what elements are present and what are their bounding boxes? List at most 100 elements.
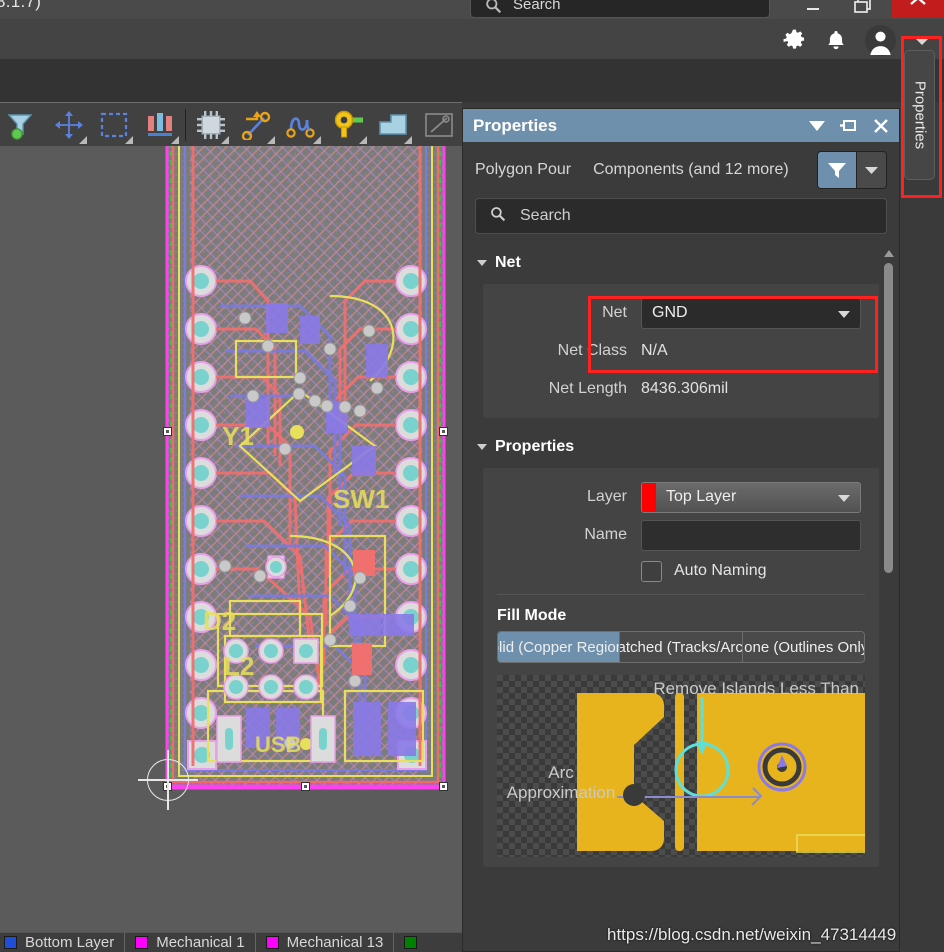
layer-color-chip (642, 482, 656, 512)
window-titlebar: 8.1.7) Search (0, 0, 944, 19)
section-header-properties[interactable]: Properties (463, 434, 899, 460)
name-label: Name (584, 526, 627, 543)
net-length-row: Net Length 8436.306mil (483, 370, 879, 408)
align-tool[interactable] (137, 103, 183, 147)
layer-tab-label: Mechanical 1 (156, 934, 245, 951)
move-tool[interactable] (46, 103, 92, 147)
net-class-label: Net Class (557, 342, 627, 359)
layer-row: Layer Top Layer (483, 478, 879, 516)
interactive-length-tuning-tool[interactable] (279, 103, 325, 147)
chevron-down-icon[interactable] (914, 36, 930, 46)
layer-dropdown[interactable]: Top Layer (641, 481, 861, 513)
object-scope-label[interactable]: Components (and 12 more) (593, 161, 789, 179)
place-pad-tool[interactable] (325, 103, 371, 147)
fill-mode-option-none[interactable]: None (Outlines Only) (742, 632, 864, 662)
place-component-tool[interactable] (188, 103, 234, 147)
panel-search-placeholder: Search (520, 207, 571, 224)
close-button[interactable] (892, 0, 944, 18)
layer-tab-mechanical-1[interactable]: Mechanical 1 (125, 932, 256, 952)
place-dimension-tool[interactable] (416, 103, 462, 147)
layer-tab-bottom-layer[interactable]: Bottom Layer (0, 932, 126, 952)
pcb-toolbar (0, 102, 462, 146)
properties-panel-titlebar: Properties (463, 109, 899, 142)
toolbar-dropdown-caret[interactable] (221, 135, 230, 144)
auto-naming-row[interactable]: Auto Naming (483, 554, 879, 588)
illustration-label-remove-islands: Remove Islands Less Than (653, 679, 859, 698)
fill-mode-option-solid[interactable]: Solid (Copper Regions) (498, 632, 621, 662)
search-icon (485, 0, 502, 17)
toolbar-dropdown-caret[interactable] (358, 135, 367, 144)
filter-icon[interactable] (818, 152, 856, 188)
layer-tab-mechanical-13[interactable]: Mechanical 13 (256, 932, 395, 952)
toolbar-dropdown-caret[interactable] (170, 135, 179, 144)
object-scope-row: Polygon Pour Components (and 12 more) (463, 142, 899, 198)
layer-tab-label: Mechanical 13 (286, 934, 384, 951)
toolbar-dropdown-caret[interactable] (267, 135, 276, 144)
collapse-triangle-icon (477, 444, 487, 450)
net-class-value: N/A (641, 342, 668, 359)
net-group: Net GND Net Class N/A Net Length 8436.30… (483, 284, 879, 418)
document-tab-strip (0, 59, 944, 102)
maximize-button[interactable] (840, 0, 884, 18)
chevron-down-icon (838, 310, 850, 318)
place-polygon-pour-tool[interactable] (371, 103, 417, 147)
filter-button-group[interactable] (817, 151, 887, 189)
layer-label: Layer (586, 488, 627, 505)
section-header-net[interactable]: Net (463, 250, 899, 276)
fill-mode-option-hatched[interactable]: Hatched (Tracks/Arcs) (620, 632, 743, 662)
origin-marker (138, 750, 198, 810)
panel-close-icon[interactable] (873, 118, 889, 134)
account-toolbar (0, 19, 944, 59)
net-length-label: Net Length (548, 380, 627, 397)
selection-handle-bottom[interactable] (301, 782, 310, 791)
selection-handle-right[interactable] (439, 427, 448, 436)
scroll-up-arrow-icon[interactable] (884, 250, 894, 257)
panel-pin-icon[interactable] (840, 118, 859, 133)
bell-icon[interactable] (825, 29, 847, 53)
dock-tab-properties[interactable]: Properties (904, 50, 935, 180)
scrollbar-thumb[interactable] (884, 263, 893, 573)
selection-handle-bottom-right[interactable] (439, 782, 448, 791)
global-search-input[interactable]: Search (470, 0, 770, 18)
panel-search-row: Search (463, 198, 899, 234)
collapse-triangle-icon (477, 260, 487, 266)
layer-color-swatch (4, 936, 17, 949)
designator-sw1: SW1 (333, 484, 390, 514)
toolbar-dropdown-caret[interactable] (312, 135, 321, 144)
layer-color-swatch (135, 936, 149, 949)
dock-tab-label: Properties (911, 80, 928, 150)
fill-mode-illustration: Remove Islands Less Than Arc Approximati… (497, 675, 865, 857)
minimize-button[interactable] (790, 0, 834, 18)
filter-dropdown-caret[interactable] (856, 152, 886, 188)
toolbar-dropdown-caret[interactable] (125, 135, 134, 144)
object-type-label[interactable]: Polygon Pour (475, 161, 571, 179)
pcb-design-canvas[interactable]: Y1 SW1 D2 L2 USB (0, 146, 462, 932)
select-filter-tool[interactable] (0, 103, 46, 147)
auto-naming-checkbox[interactable] (641, 560, 662, 582)
panel-search-input[interactable]: Search (475, 198, 887, 234)
area-select-tool[interactable] (91, 103, 137, 147)
net-dropdown[interactable]: GND (641, 297, 861, 329)
avatar-icon[interactable] (865, 25, 896, 56)
designator-d2: D2 (203, 606, 237, 636)
gear-icon[interactable] (782, 28, 807, 53)
layer-tab-next[interactable] (394, 933, 435, 952)
name-input[interactable] (641, 519, 861, 551)
properties-scrollbar[interactable] (884, 250, 894, 952)
selection-handle-left[interactable] (163, 427, 172, 436)
toolbar-dropdown-caret[interactable] (404, 135, 413, 144)
properties-scroll-area[interactable]: Net Net GND Net Class N/A Net Length 843… (463, 250, 899, 952)
pcb-artwork (165, 146, 446, 790)
section-title-net: Net (495, 254, 521, 271)
net-value: GND (652, 304, 688, 321)
name-row: Name (483, 516, 879, 554)
section-title-properties: Properties (495, 438, 575, 455)
properties-panel: Properties Polygon Pour Components (and … (462, 108, 900, 952)
toolbar-divider (184, 108, 186, 141)
search-icon (490, 206, 506, 227)
panel-menu-icon[interactable] (808, 120, 826, 132)
route-track-tool[interactable] (233, 103, 279, 147)
toolbar-dropdown-caret[interactable] (79, 135, 88, 144)
global-search-placeholder: Search (513, 0, 561, 13)
fill-mode-segmented-control[interactable]: Solid (Copper Regions) Hatched (Tracks/A… (497, 631, 865, 663)
